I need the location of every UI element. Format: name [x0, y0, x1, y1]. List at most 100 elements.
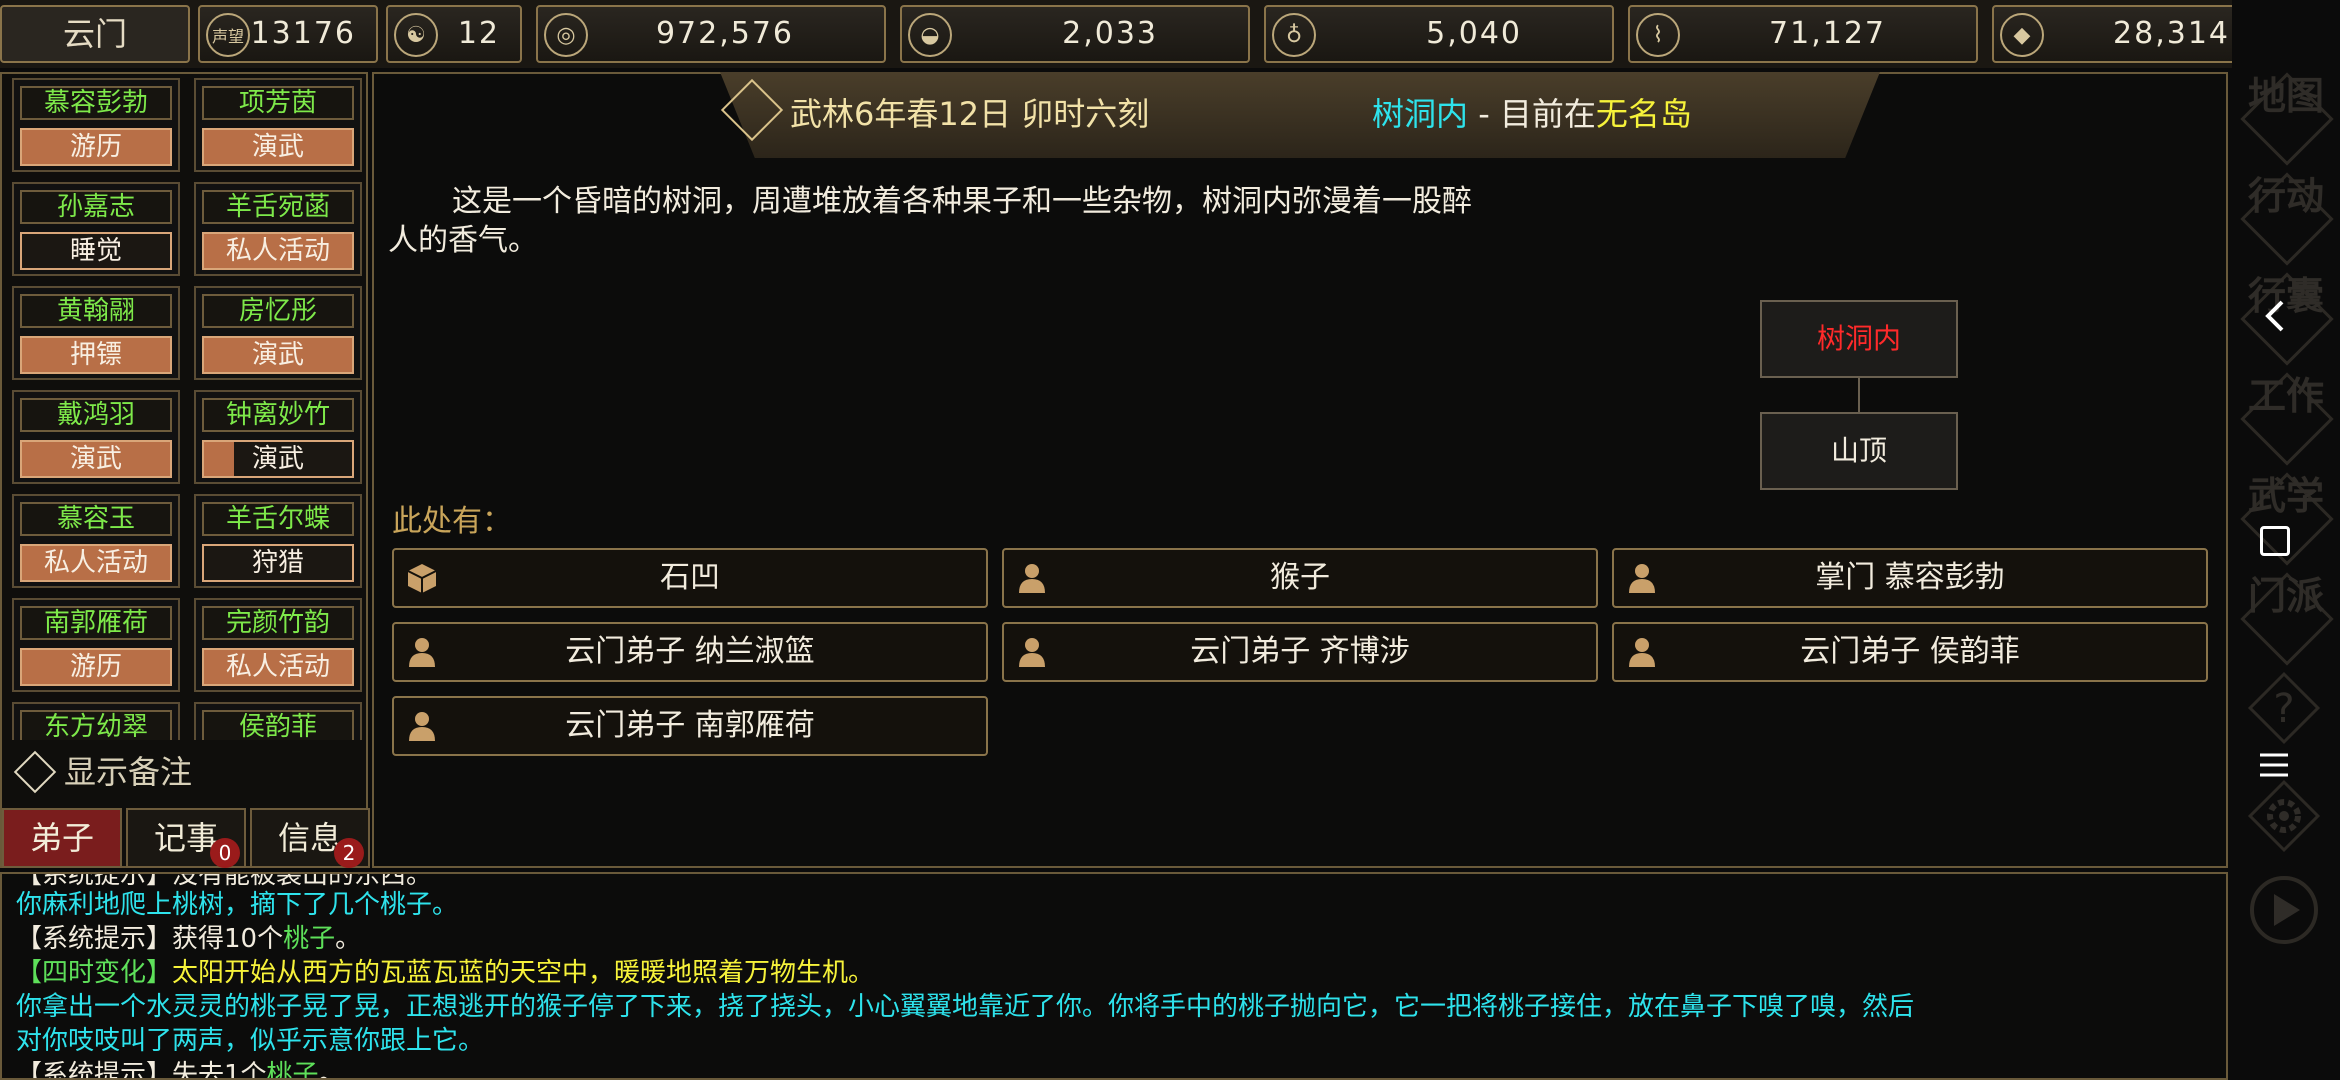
- scene-description: 这是一个昏暗的树洞，周遭堆放着各种果子和一些杂物，树洞内弥漫着一股醉人的香气。: [388, 184, 1472, 258]
- log-item-name: 桃子: [266, 1060, 319, 1080]
- map-connector: [1858, 378, 1860, 412]
- wood-value: 71,127: [1769, 16, 1886, 51]
- log-text: 太阳开始从西方的瓦蓝瓦蓝的天空中，暖暖地照着万物生机。: [172, 958, 875, 988]
- disciple-card[interactable]: 慕容玉 私人活动: [12, 494, 180, 588]
- map-node-current[interactable]: 树洞内: [1760, 300, 1958, 378]
- menu-label: 武学: [2247, 474, 2324, 518]
- disciple-card[interactable]: 完颜竹韵 私人活动: [194, 598, 362, 692]
- map-node-exit[interactable]: 山顶: [1760, 412, 1958, 490]
- entity-button[interactable]: 云门弟子 侯韵菲: [1612, 622, 2208, 682]
- coin-icon: ◎: [544, 13, 588, 57]
- disciple-card[interactable]: 羊舌宛菡 私人活动: [194, 182, 362, 276]
- person-icon: [409, 638, 435, 667]
- food-value: 2,033: [1062, 16, 1158, 51]
- wood-counter[interactable]: ⌇ 71,127: [1628, 5, 1978, 63]
- yin-yang-counter[interactable]: ☯ 12: [386, 5, 522, 63]
- entity-button[interactable]: 云门弟子 齐博涉: [1002, 622, 1598, 682]
- menu-label: 门派: [2247, 574, 2324, 618]
- diamond-checkbox-icon: [13, 750, 57, 794]
- ore-value: 28,314: [2113, 16, 2230, 51]
- person-icon: [1019, 564, 1045, 593]
- disciple-name: 东方幼翠: [20, 710, 172, 740]
- reputation-icon: 声望: [206, 13, 250, 57]
- recent-apps-icon[interactable]: [2260, 526, 2290, 556]
- entity-button[interactable]: 云门弟子 南郭雁荷: [392, 696, 988, 756]
- wine-counter[interactable]: ♁ 5,040: [1264, 5, 1614, 63]
- coin-counter[interactable]: ◎ 972,576: [536, 5, 886, 63]
- settings-gear-icon[interactable]: [2246, 778, 2322, 854]
- disciple-activity: 私人活动: [202, 232, 354, 270]
- disciple-activity: 演武: [202, 440, 354, 478]
- sect-name-button[interactable]: 云门: [0, 5, 190, 63]
- disciple-card[interactable]: 东方幼翠: [12, 702, 180, 740]
- disciple-activity: 演武: [202, 128, 354, 166]
- activity-progress-bar: [204, 442, 234, 476]
- message-log[interactable]: 【系统提示】没有能被装出的东西。 你麻利地爬上桃树，摘下了几个桃子。 【系统提示…: [0, 872, 2228, 1080]
- tab-messages[interactable]: 信息 2: [250, 808, 370, 868]
- disciple-name: 完颜竹韵: [202, 606, 354, 640]
- menu-label: 地图: [2247, 74, 2324, 118]
- yin-yang-icon: ☯: [394, 13, 438, 57]
- disciple-card[interactable]: 南郭雁荷 游历: [12, 598, 180, 692]
- log-text: 。: [335, 924, 362, 954]
- play-speed-button[interactable]: [2246, 872, 2322, 948]
- location-line: 树洞内 - 目前在无名岛: [1372, 88, 1692, 140]
- entity-label: 猴子: [1270, 560, 1330, 595]
- entity-button[interactable]: 石凹: [392, 548, 988, 608]
- person-icon: [1019, 638, 1045, 667]
- location-prefix: 目前在: [1499, 95, 1596, 133]
- disciple-name: 羊舌尔蝶: [202, 502, 354, 536]
- menu-label: 工作: [2247, 374, 2324, 418]
- log-line: 对你吱吱叫了两声，似乎示意你跟上它。: [16, 1026, 485, 1056]
- disciple-name: 羊舌宛菡: [202, 190, 354, 224]
- chevron-left-icon[interactable]: [2260, 296, 2290, 336]
- disciple-name: 戴鸿羽: [20, 398, 172, 432]
- log-line: 你拿出一个水灵灵的桃子晃了晃，正想逃开的猴子停了下来，挠了挠头，小心翼翼地靠近了…: [16, 992, 1915, 1022]
- disciple-list[interactable]: 慕容彭勃 游历 项芳茵 演武 孙嘉志 睡觉 羊舌宛菡 私人活动 黄翰翮 押镖 房…: [8, 78, 364, 740]
- entity-label: 云门弟子 纳兰淑篮: [565, 634, 815, 669]
- here-label: 此处有：: [392, 504, 512, 539]
- help-button[interactable]: ?: [2246, 670, 2322, 746]
- tab-records[interactable]: 记事 0: [126, 808, 246, 868]
- disciple-activity: 演武: [20, 440, 172, 478]
- menu-work-button[interactable]: 工作: [2240, 372, 2334, 466]
- disciple-name: 房忆彤: [202, 294, 354, 328]
- disciple-card[interactable]: 房忆彤 演武: [194, 286, 362, 380]
- disciple-name: 黄翰翮: [20, 294, 172, 328]
- log-item-name: 桃子: [283, 924, 336, 954]
- disciple-card[interactable]: 黄翰翮 押镖: [12, 286, 180, 380]
- person-icon: [409, 712, 435, 741]
- disciple-activity-label: 演武: [251, 444, 304, 474]
- menu-map-button[interactable]: 地图: [2240, 72, 2334, 166]
- disciple-card[interactable]: 孙嘉志 睡觉: [12, 182, 180, 276]
- show-notes-label: 显示备注: [64, 753, 193, 791]
- log-text: 【系统提示】获得10个: [16, 924, 284, 954]
- disciple-activity: 狩猎: [202, 544, 354, 582]
- entity-button[interactable]: 猴子: [1002, 548, 1598, 608]
- disciple-activity: 私人活动: [202, 648, 354, 686]
- disciple-card[interactable]: 侯韵菲: [194, 702, 362, 740]
- menu-action-button[interactable]: 行动: [2240, 172, 2334, 266]
- food-counter[interactable]: ◒ 2,033: [900, 5, 1250, 63]
- disciple-card[interactable]: 慕容彭勃 游历: [12, 78, 180, 172]
- entity-label: 掌门 慕容彭勃: [1815, 560, 2005, 595]
- disciple-card[interactable]: 项芳茵 演武: [194, 78, 362, 172]
- disciple-card[interactable]: 羊舌尔蝶 狩猎: [194, 494, 362, 588]
- tab-disciples[interactable]: 弟子: [2, 808, 122, 868]
- entity-button[interactable]: 云门弟子 纳兰淑篮: [392, 622, 988, 682]
- menu-lines-icon[interactable]: [2258, 750, 2290, 780]
- disciple-name: 南郭雁荷: [20, 606, 172, 640]
- menu-sect-button[interactable]: 门派: [2240, 572, 2334, 666]
- menu-label: 行动: [2247, 174, 2324, 218]
- ore-icon: ◆: [2000, 13, 2044, 57]
- notification-badge: 2: [334, 838, 364, 868]
- log-season-tag: 【四时变化】: [16, 958, 173, 988]
- disciple-name: 钟离妙竹: [202, 398, 354, 432]
- show-notes-toggle[interactable]: 显示备注: [8, 750, 368, 794]
- reputation-counter[interactable]: 声望 13176: [198, 5, 378, 63]
- entity-button[interactable]: 掌门 慕容彭勃: [1612, 548, 2208, 608]
- location-separator: -: [1468, 95, 1500, 133]
- disciple-card[interactable]: 钟离妙竹 演武: [194, 390, 362, 484]
- disciple-card[interactable]: 戴鸿羽 演武: [12, 390, 180, 484]
- tab-label: 弟子: [29, 819, 94, 857]
